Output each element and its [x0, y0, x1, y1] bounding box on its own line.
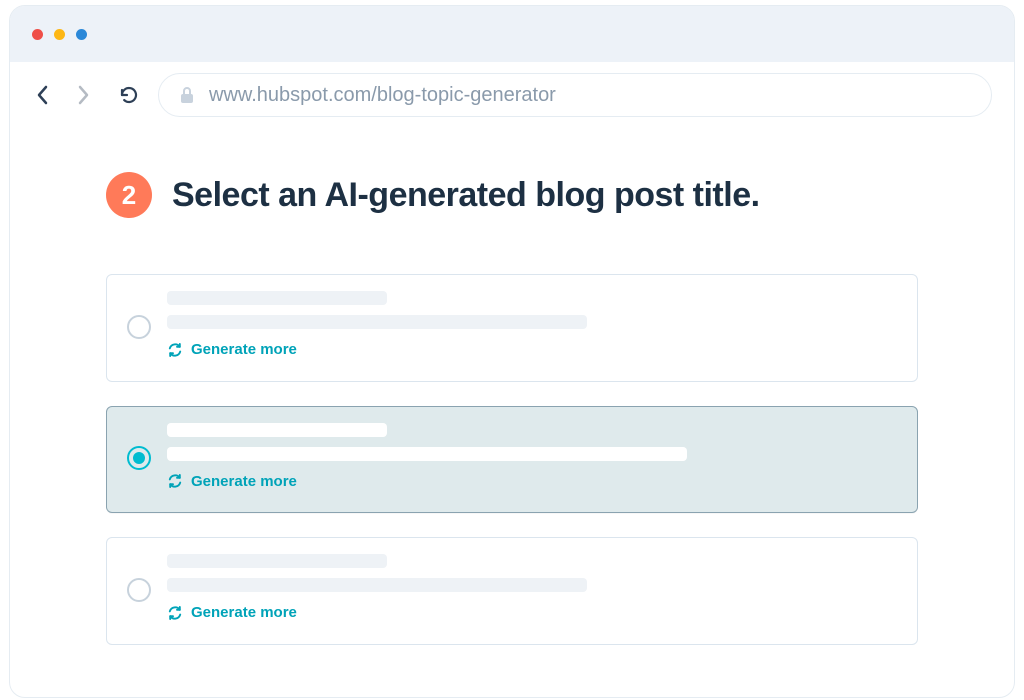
reload-icon — [119, 85, 139, 105]
close-window-icon[interactable] — [32, 29, 43, 40]
radio-button[interactable] — [127, 315, 151, 339]
window-controls — [32, 29, 87, 40]
generate-more-button[interactable]: Generate more — [167, 473, 297, 490]
generate-more-button[interactable]: Generate more — [167, 341, 297, 358]
refresh-icon — [167, 605, 183, 621]
generate-more-button[interactable]: Generate more — [167, 604, 297, 621]
refresh-icon — [167, 342, 183, 358]
placeholder-line — [167, 315, 587, 329]
title-option[interactable]: Generate more — [106, 406, 918, 514]
placeholder-line — [167, 291, 387, 305]
lock-icon — [179, 86, 195, 104]
minimize-window-icon[interactable] — [54, 29, 65, 40]
option-body: Generate more — [167, 423, 897, 495]
url-text: www.hubspot.com/blog-topic-generator — [209, 84, 556, 107]
address-bar[interactable]: www.hubspot.com/blog-topic-generator — [158, 73, 992, 117]
option-body: Generate more — [167, 554, 897, 626]
page-title: Select an AI-generated blog post title. — [172, 176, 760, 215]
browser-toolbar: www.hubspot.com/blog-topic-generator — [10, 62, 1014, 128]
browser-window: www.hubspot.com/blog-topic-generator 2 S… — [9, 5, 1015, 698]
generate-more-label: Generate more — [191, 473, 297, 490]
placeholder-line — [167, 423, 387, 437]
generate-more-label: Generate more — [191, 604, 297, 621]
option-body: Generate more — [167, 291, 897, 363]
title-option[interactable]: Generate more — [106, 537, 918, 645]
radio-button[interactable] — [127, 578, 151, 602]
step-heading: 2 Select an AI-generated blog post title… — [106, 172, 918, 218]
page-content: 2 Select an AI-generated blog post title… — [10, 128, 1014, 645]
forward-button[interactable] — [72, 84, 94, 106]
step-number: 2 — [122, 180, 136, 211]
refresh-icon — [167, 473, 183, 489]
chevron-left-icon — [36, 85, 50, 105]
chevron-right-icon — [76, 85, 90, 105]
maximize-window-icon[interactable] — [76, 29, 87, 40]
placeholder-line — [167, 554, 387, 568]
reload-button[interactable] — [118, 84, 140, 106]
title-option[interactable]: Generate more — [106, 274, 918, 382]
radio-button[interactable] — [127, 446, 151, 470]
window-titlebar — [10, 6, 1014, 62]
step-number-badge: 2 — [106, 172, 152, 218]
placeholder-line — [167, 578, 587, 592]
back-button[interactable] — [32, 84, 54, 106]
placeholder-line — [167, 447, 687, 461]
generate-more-label: Generate more — [191, 341, 297, 358]
